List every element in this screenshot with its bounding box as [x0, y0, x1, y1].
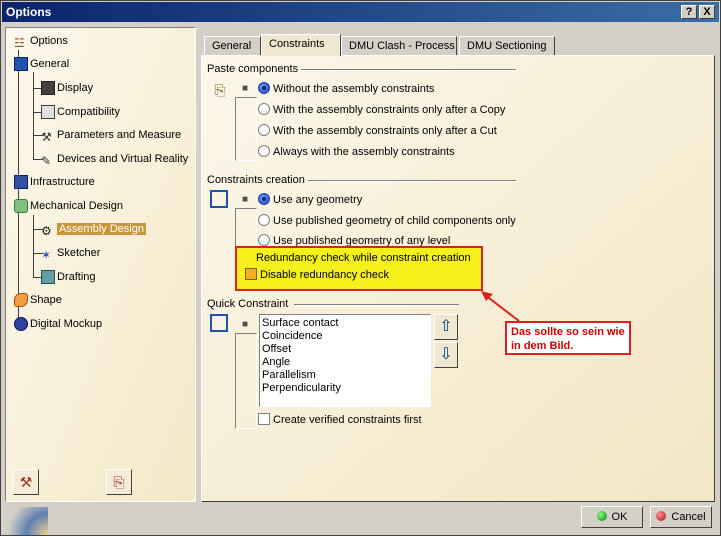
redundancy-highlight-box: Redundancy check while constraint creati…	[235, 246, 483, 291]
export-icon: ⎘	[113, 474, 125, 490]
drafting-icon	[41, 270, 55, 285]
creation-section-rule	[308, 180, 516, 182]
move-up-button[interactable]: ⇧	[434, 314, 458, 340]
options-window: Options ? X ☳ Options General Display Com…	[0, 0, 721, 536]
move-down-button[interactable]: ⇩	[434, 342, 458, 368]
shape-icon	[14, 293, 28, 308]
title-bar: Options ? X	[2, 2, 719, 22]
radio-unchecked[interactable]	[258, 214, 270, 227]
lock-icon: ■	[241, 83, 249, 94]
paste-frame	[235, 97, 257, 161]
cancel-icon	[656, 511, 667, 522]
redundancy-title: Redundancy check while constraint creati…	[256, 252, 471, 264]
tree-item-mechanical-design[interactable]: Mechanical Design	[14, 197, 123, 215]
tree-item-sketcher[interactable]: ✶ Sketcher	[41, 244, 100, 262]
assembly-design-icon: ⚙	[41, 224, 52, 239]
creation-option-any-geometry[interactable]: Use any geometry	[258, 192, 362, 208]
mechanical-design-icon	[14, 199, 28, 214]
list-item[interactable]: Coincidence	[262, 330, 428, 343]
creation-option-published-child[interactable]: Use published geometry of child componen…	[258, 213, 516, 229]
tab-constraints[interactable]: Constraints	[261, 34, 341, 56]
reset-options-button[interactable]: ⚒	[13, 469, 39, 495]
quick-constraint-icon	[210, 314, 228, 332]
paste-option-always[interactable]: Always with the assembly constraints	[258, 144, 455, 160]
help-button[interactable]: ?	[681, 5, 697, 19]
quick-constraint-title: Quick Constraint	[207, 298, 289, 310]
list-item[interactable]: Perpendicularity	[262, 382, 428, 395]
paste-section-rule	[301, 69, 516, 71]
display-icon	[41, 81, 55, 96]
reset-icon: ⚒	[19, 474, 33, 490]
tree-item-infrastructure[interactable]: Infrastructure	[14, 173, 95, 191]
tab-dmu-clash-process[interactable]: DMU Clash - Process	[341, 36, 457, 56]
paste-option-after-copy[interactable]: With the assembly constraints only after…	[258, 102, 505, 118]
tree-item-drafting[interactable]: Drafting	[41, 268, 96, 286]
disable-redundancy-checkbox[interactable]	[245, 268, 257, 281]
radio-checked[interactable]	[258, 193, 270, 206]
paste-option-after-cut[interactable]: With the assembly constraints only after…	[258, 123, 497, 139]
parameters-icon: ⚒	[41, 130, 52, 145]
constraints-creation-title: Constraints creation	[207, 174, 305, 186]
annotation-callout: Das sollte so sein wie in dem Bild.	[505, 321, 631, 355]
list-item[interactable]: Parallelism	[262, 369, 428, 382]
cancel-button[interactable]: Cancel	[650, 506, 712, 528]
quick-section-rule	[294, 304, 459, 306]
radio-unchecked[interactable]	[258, 124, 270, 137]
tree-item-general[interactable]: General	[14, 55, 69, 73]
tab-general[interactable]: General	[204, 36, 261, 56]
radio-checked[interactable]	[258, 82, 270, 95]
list-item[interactable]: Offset	[262, 343, 428, 356]
lock-icon: ■	[241, 194, 249, 205]
list-item[interactable]: Surface contact	[262, 317, 428, 330]
tree-item-compatibility[interactable]: Compatibility	[41, 103, 120, 121]
paste-components-title: Paste components	[207, 63, 299, 75]
tree-item-devices-and-virtual-reality[interactable]: ✎ Devices and Virtual Reality	[41, 150, 188, 168]
general-icon	[14, 57, 28, 72]
create-verified-constraints-row[interactable]: Create verified constraints first	[258, 412, 422, 428]
list-item[interactable]: Angle	[262, 356, 428, 369]
tab-dmu-sectioning[interactable]: DMU Sectioning	[459, 36, 555, 56]
lock-icon: ■	[241, 319, 249, 330]
close-button[interactable]: X	[699, 5, 715, 19]
window-title: Options	[6, 5, 52, 19]
quick-frame	[235, 333, 257, 429]
options-tree: ☳ Options General Display Compatibility ⚒…	[5, 27, 196, 502]
arrow-up-icon: ⇧	[439, 318, 453, 335]
tree-item-shape[interactable]: Shape	[14, 291, 62, 309]
tree-item-assembly-design[interactable]: ⚙ Assembly Design	[41, 220, 146, 238]
paste-option-without[interactable]: Without the assembly constraints	[258, 81, 434, 97]
arrow-down-icon: ⇩	[439, 346, 453, 363]
compatibility-icon	[41, 105, 55, 120]
infrastructure-icon	[14, 175, 28, 190]
radio-unchecked[interactable]	[258, 234, 270, 247]
options-tree-icon: ☳	[14, 36, 25, 51]
tree-item-display[interactable]: Display	[41, 79, 93, 97]
radio-unchecked[interactable]	[258, 103, 270, 116]
radio-unchecked[interactable]	[258, 145, 270, 158]
tree-item-digital-mockup[interactable]: Digital Mockup	[14, 315, 102, 333]
sketcher-icon: ✶	[41, 248, 52, 263]
create-verified-checkbox[interactable]	[258, 413, 270, 426]
digital-mockup-icon	[14, 317, 28, 332]
tree-item-options[interactable]: ☳ Options	[14, 32, 68, 50]
constraints-creation-icon	[210, 190, 228, 208]
creation-frame	[235, 208, 257, 248]
catia-logo	[2, 507, 48, 535]
annotation-arrow	[481, 291, 520, 322]
ok-icon	[596, 511, 607, 522]
quick-constraint-list[interactable]: Surface contact Coincidence Offset Angle…	[259, 314, 431, 407]
devices-icon: ✎	[41, 154, 52, 169]
tree-item-parameters-and-measure[interactable]: ⚒ Parameters and Measure	[41, 126, 181, 144]
ok-button[interactable]: OK	[581, 506, 643, 528]
export-options-button[interactable]: ⎘	[106, 469, 132, 495]
paste-icon: ⎘	[214, 82, 226, 98]
disable-redundancy-checkbox-row[interactable]: Disable redundancy check	[245, 268, 389, 281]
